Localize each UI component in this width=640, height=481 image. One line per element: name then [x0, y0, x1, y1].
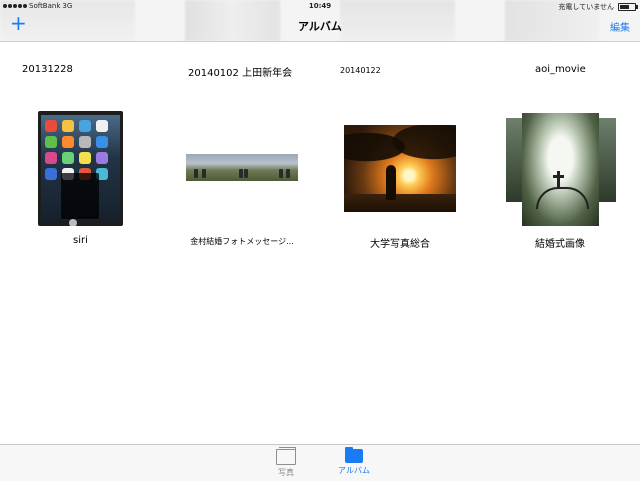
clock: 10:49: [308, 2, 332, 10]
album-thumbnail-wedding-message[interactable]: [186, 154, 298, 181]
tab-albums[interactable]: アルバム: [334, 447, 374, 476]
tab-albums-label: アルバム: [338, 466, 370, 475]
album-label-wedding-message[interactable]: 金村結婚フォトメッセージ...: [162, 236, 322, 247]
app-icons-grid: [45, 120, 108, 180]
photos-icon: [276, 447, 296, 465]
album-thumbnail-siri[interactable]: [38, 111, 123, 226]
album-label-ueda-shinnenkai[interactable]: 20140102 上田新年会: [188, 64, 292, 79]
battery-icon: [618, 3, 638, 11]
tab-bar: 写真 アルバム: [0, 444, 640, 481]
tab-photos-label: 写真: [278, 468, 294, 477]
album-label-wedding-ceremony[interactable]: 結婚式画像: [480, 235, 640, 250]
albums-icon: [345, 447, 363, 463]
status-bar: SoftBank 3G 10:49 充電していません: [0, 0, 640, 12]
cross-icon: [553, 171, 564, 187]
album-thumbnail-university-photos[interactable]: [344, 125, 456, 212]
tab-photos[interactable]: 写真: [266, 447, 306, 478]
album-label-20140122[interactable]: 20140122: [340, 66, 381, 75]
charging-status-text: 充電していません: [558, 3, 614, 11]
battery-status: 充電していません: [558, 2, 638, 12]
chapel-gate: [536, 187, 589, 209]
album-label-siri[interactable]: siri: [0, 235, 161, 246]
album-stack-photo: [598, 118, 616, 202]
album-label-20131228[interactable]: 20131228: [22, 64, 73, 75]
page-title: アルバム: [298, 20, 342, 33]
siri-panel: [61, 173, 99, 219]
album-thumbnail-wedding-ceremony[interactable]: [522, 113, 599, 226]
silhouette-figure: [386, 165, 396, 200]
album-label-aoi-movie[interactable]: aoi_movie: [535, 64, 586, 75]
album-label-university-photos[interactable]: 大学写真総合: [320, 235, 480, 250]
microphone-icon: [69, 219, 77, 226]
edit-button[interactable]: 編集: [610, 19, 630, 34]
